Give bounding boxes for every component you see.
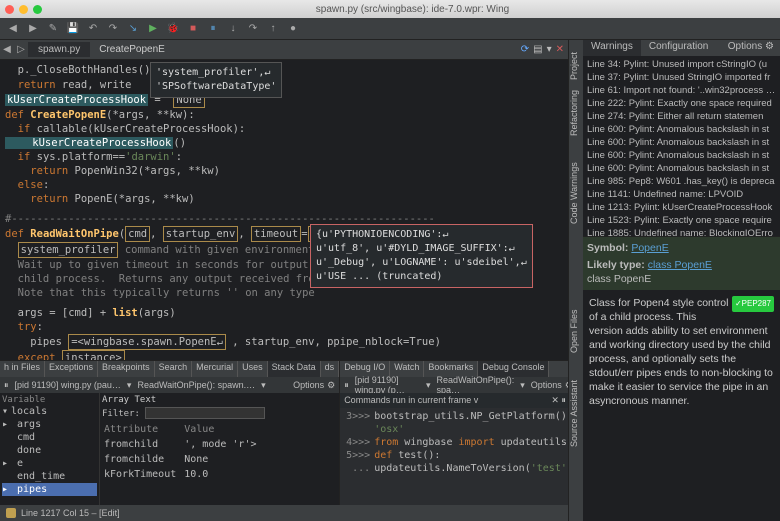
step-over-icon[interactable]: ↷ <box>246 22 260 36</box>
tab-exceptions[interactable]: Exceptions <box>45 361 98 377</box>
warning-item[interactable]: Line 600: Pylint: Anomalous backslash in… <box>587 149 776 162</box>
bottom-left-tabs: h in FilesExceptionsBreakpointsSearchMer… <box>0 361 339 377</box>
warnings-tabs: Warnings Configuration Options ⚙ <box>583 40 780 56</box>
new-file-icon[interactable]: ✎ <box>46 22 60 36</box>
tab-mercurial[interactable]: Mercurial <box>192 361 238 377</box>
var-e[interactable]: ▸ e <box>2 457 97 470</box>
file-tab-spawn[interactable]: spawn.py <box>28 42 90 57</box>
breakpoint-icon[interactable]: ● <box>286 22 300 36</box>
attr-row[interactable]: fromchild', mode 'r'> <box>104 438 263 451</box>
tab-search[interactable]: Search <box>155 361 193 377</box>
back-icon[interactable]: ◀ <box>6 22 20 36</box>
filter-input[interactable] <box>145 407 265 419</box>
detail-tabs[interactable]: Array Text <box>102 395 156 405</box>
tab-stack-data[interactable]: Stack Data <box>268 361 321 377</box>
step-out-icon[interactable]: ↑ <box>266 22 280 36</box>
cursor-position: Line 1217 Col 15 – [Edit] <box>21 508 120 518</box>
tab-h-in-files[interactable]: h in Files <box>0 361 45 377</box>
warning-item[interactable]: Line 222: Pylint: Exactly one space requ… <box>587 97 776 110</box>
debug-icon[interactable]: 🐞 <box>166 22 180 36</box>
warning-item[interactable]: Line 61: Import not found: '..win32proce… <box>587 84 776 97</box>
warning-item[interactable]: Line 274: Pylint: Either all return stat… <box>587 110 776 123</box>
pep-badge[interactable]: ✓PEP287 <box>732 296 774 312</box>
options-link[interactable]: Options <box>293 380 324 391</box>
status-icon <box>6 508 16 518</box>
save-icon[interactable]: 💾 <box>66 22 80 36</box>
variable-tree[interactable]: Variable ▾locals▸ args cmd done▸ e end_t… <box>0 393 100 505</box>
doc-text: Class for Popen4 style control of a chil… <box>589 296 774 408</box>
var-pipes[interactable]: ▸ pipes <box>2 483 97 496</box>
close-window-icon[interactable] <box>5 5 14 14</box>
pause-small-icon[interactable]: ⏸ <box>4 380 9 391</box>
warning-item[interactable]: Line 985: Pep8: W601 .has_key() is depre… <box>587 175 776 188</box>
goto-icon[interactable]: ↘ <box>126 22 140 36</box>
options-link[interactable]: Options <box>531 380 562 391</box>
main-toolbar: ◀ ▶ ✎ 💾 ↶ ↷ ↘ ▶ 🐞 ■ ⏸ ↓ ↷ ↑ ● <box>0 18 780 40</box>
var-args[interactable]: ▸ args <box>2 418 97 431</box>
tool-split-icon[interactable]: ▤ <box>533 44 542 55</box>
warning-item[interactable]: Line 37: Pylint: Unused StringIO importe… <box>587 71 776 84</box>
attribute-table[interactable]: AttributeValue fromchild', mode 'r'>from… <box>102 421 265 483</box>
titlebar: spawn.py (src/wingbase): ide-7.0.wpr: Wi… <box>0 0 780 18</box>
symbol-link[interactable]: PopenE <box>631 242 668 254</box>
tool-close-icon[interactable]: ✕ <box>556 44 564 55</box>
tab-breakpoints[interactable]: Breakpoints <box>98 361 155 377</box>
type-link[interactable]: class PopenE <box>648 259 712 271</box>
warnings-list[interactable]: Line 34: Pylint: Unused import cStringIO… <box>583 56 780 236</box>
warning-item[interactable]: Line 34: Pylint: Unused import cStringIO… <box>587 58 776 71</box>
attr-row[interactable]: kForkTimeout10.0 <box>104 468 263 481</box>
debug-console-panel: Debug I/OWatchBookmarksDebug Console ⏸ [… <box>340 361 577 505</box>
var-end_time[interactable]: end_time <box>2 470 97 483</box>
undo-icon[interactable]: ↶ <box>86 22 100 36</box>
tool-menu-icon[interactable]: ▾ <box>547 44 552 55</box>
tab-uses[interactable]: Uses <box>238 361 268 377</box>
warning-item[interactable]: Line 600: Pylint: Anomalous backslash in… <box>587 123 776 136</box>
warning-item[interactable]: Line 1141: Undefined name: LPVOID <box>587 188 776 201</box>
var-cmd[interactable]: cmd <box>2 431 97 444</box>
attr-row[interactable]: fromchildeNone <box>104 453 263 466</box>
zoom-window-icon[interactable] <box>33 5 42 14</box>
gear-icon[interactable]: ⚙ <box>327 380 335 391</box>
statusbar: Line 1217 Col 15 – [Edit] <box>0 505 568 521</box>
warning-item[interactable]: Line 1213: Pylint: kUserCreateProcessHoo… <box>587 201 776 214</box>
warning-item[interactable]: Line 1885: Undefined name: BlockingIOErr… <box>587 227 776 236</box>
code-editor[interactable]: p._CloseBothHandles() None return read, … <box>0 60 568 360</box>
run-icon[interactable]: ▶ <box>146 22 160 36</box>
minimize-window-icon[interactable] <box>19 5 28 14</box>
pause-small-icon[interactable]: ⏸ <box>344 380 349 391</box>
warnings-options[interactable]: Options ⚙ <box>722 40 780 56</box>
window-title: spawn.py (src/wingbase): ide-7.0.wpr: Wi… <box>50 4 775 15</box>
editor-tabs: ◀ ▷ spawn.py CreatePopenE ⟳ ▤ ▾ ✕ <box>0 40 568 60</box>
step-in-icon[interactable]: ↓ <box>226 22 240 36</box>
tooltip-system-profiler: 'system_profiler',↵'SPSoftwareDataType' <box>150 62 282 98</box>
tab-configuration[interactable]: Configuration <box>641 40 716 56</box>
symbol-kusercreateprocesshook: kUserCreateProcessHook <box>5 94 148 106</box>
symbol-dropdown[interactable]: CreatePopenE <box>91 42 516 57</box>
side-tabs-upper[interactable]: Code Warnings Refactoring Project <box>569 40 583 236</box>
tooltip-env-dict: {u'PYTHONIOENCODING':↵u'utf_8', u'#DYLD_… <box>310 224 533 288</box>
nav-back-icon[interactable]: ◀ <box>0 43 14 57</box>
tab-ds[interactable]: ds <box>321 361 340 377</box>
stop-icon[interactable]: ■ <box>186 22 200 36</box>
var-done[interactable]: done <box>2 444 97 457</box>
var-locals[interactable]: ▾locals <box>2 405 97 418</box>
redo-icon[interactable]: ↷ <box>106 22 120 36</box>
warning-item[interactable]: Line 600: Pylint: Anomalous backslash in… <box>587 136 776 149</box>
stack-data-panel: h in FilesExceptionsBreakpointsSearchMer… <box>0 361 340 505</box>
nav-fwd-icon[interactable]: ▷ <box>14 43 28 57</box>
tool-zoom-icon[interactable]: ⟳ <box>521 44 529 55</box>
debug-console[interactable]: 3>>>bootstrap_utils.NP_GetPlatform() 'os… <box>340 408 577 477</box>
tab-warnings[interactable]: Warnings <box>583 40 641 56</box>
warning-item[interactable]: Line 1523: Pylint: Exactly one space req… <box>587 214 776 227</box>
warning-item[interactable]: Line 600: Pylint: Anomalous backslash in… <box>587 162 776 175</box>
source-assistant: Symbol: PopenE Likely type: class PopenE… <box>583 236 780 521</box>
side-tabs-lower[interactable]: Source Assistant Open Files <box>569 236 583 521</box>
forward-icon[interactable]: ▶ <box>26 22 40 36</box>
pause-icon[interactable]: ⏸ <box>206 22 220 36</box>
